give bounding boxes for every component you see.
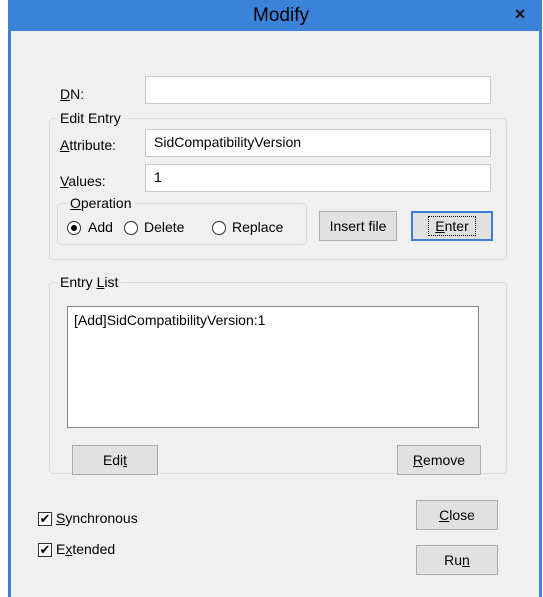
values-field[interactable]: 1	[145, 164, 491, 192]
operation-replace-radio[interactable]: Replace	[212, 219, 302, 239]
values-label: Values:	[60, 173, 106, 189]
window-title: Modify	[253, 5, 309, 26]
check-icon: ✔	[38, 511, 52, 526]
title-bar[interactable]: Modify ×	[8, 0, 542, 31]
close-button[interactable]: Close	[416, 500, 498, 530]
run-button[interactable]: Run	[416, 545, 498, 575]
operation-replace-label: Replace	[232, 219, 284, 235]
edit-entry-title: Edit Entry	[57, 110, 124, 126]
entry-list-title: Entry List	[57, 274, 122, 290]
operation-title: Operation	[67, 195, 135, 211]
attribute-label: Attribute:	[60, 137, 117, 153]
extended-label: Extended	[56, 541, 116, 557]
synchronous-checkbox[interactable]: ✔ Synchronous	[38, 510, 168, 530]
remove-button[interactable]: Remove	[397, 445, 481, 475]
operation-delete-radio[interactable]: Delete	[124, 219, 204, 239]
dn-label: DN:	[60, 86, 85, 102]
insert-file-button[interactable]: Insert file	[319, 211, 397, 241]
synchronous-label: Synchronous	[56, 510, 138, 526]
list-item[interactable]: [Add]SidCompatibilityVersion:1	[74, 312, 472, 328]
entry-listbox[interactable]: [Add]SidCompatibilityVersion:1	[67, 306, 479, 428]
operation-add-radio[interactable]: Add	[67, 219, 123, 239]
radio-selected-icon	[67, 221, 81, 235]
enter-button[interactable]: Enter	[411, 211, 493, 241]
modify-dialog: Modify × DN: Edit Entry Attribute: SidCo…	[8, 0, 542, 597]
check-icon: ✔	[38, 542, 52, 557]
attribute-field[interactable]: SidCompatibilityVersion	[145, 129, 491, 157]
operation-delete-label: Delete	[144, 219, 185, 235]
radio-icon	[212, 221, 226, 235]
dn-field[interactable]	[145, 76, 491, 104]
edit-button[interactable]: Edit	[72, 445, 158, 475]
close-icon[interactable]: ×	[508, 2, 532, 26]
operation-add-label: Add	[88, 219, 113, 235]
radio-icon	[124, 221, 138, 235]
extended-checkbox[interactable]: ✔ Extended	[38, 541, 148, 561]
dialog-body: DN: Edit Entry Attribute: SidCompatibili…	[11, 31, 539, 597]
